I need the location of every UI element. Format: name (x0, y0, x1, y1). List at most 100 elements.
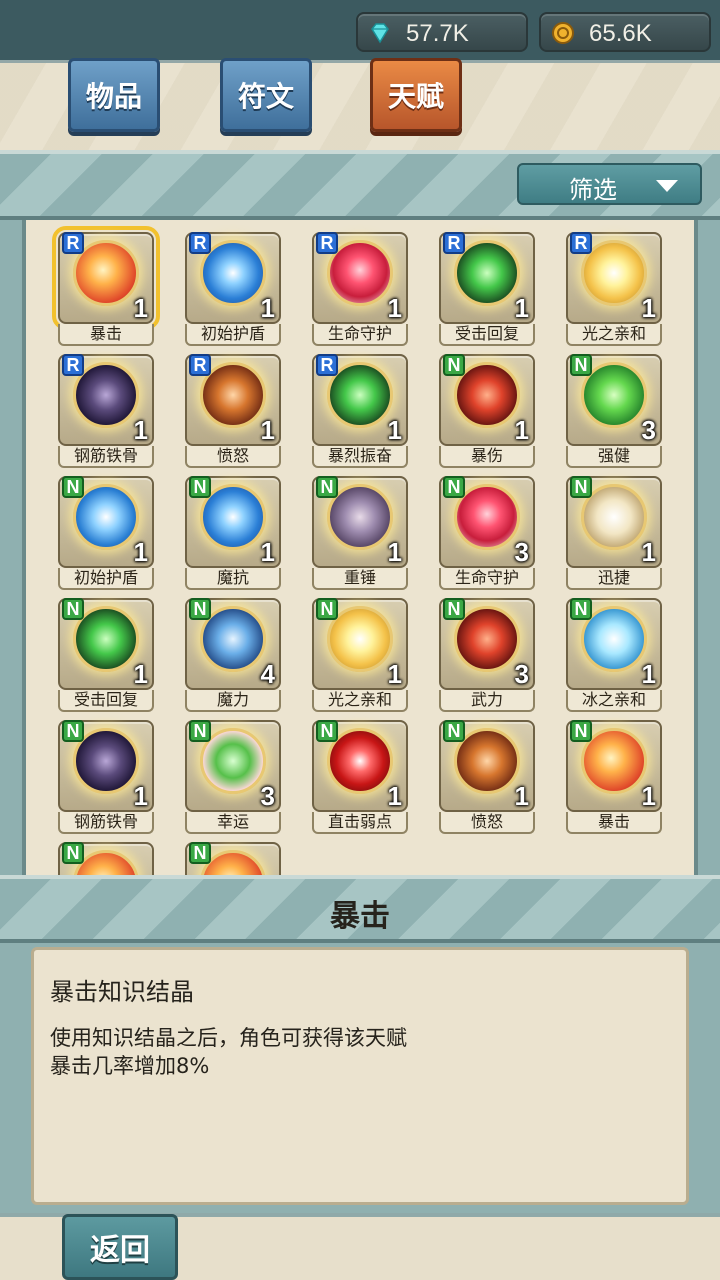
detail-panel: 暴击知识结晶 使用知识结晶之后，角色可获得该天赋 暴击几率增加8% (0, 943, 720, 1213)
talent-count: 1 (260, 537, 275, 567)
talent-card: R1 (566, 232, 662, 324)
talent-name: 光之亲和 (312, 690, 408, 712)
rarity-badge: N (443, 598, 465, 620)
talent-card: N1 (439, 354, 535, 446)
talent-count: 3 (641, 415, 656, 445)
talent-count: 1 (387, 659, 402, 689)
talent-name: 直击弱点 (312, 812, 408, 834)
talent-name: 暴击 (566, 812, 662, 834)
talent-item[interactable]: N 1 暴伤 (439, 348, 535, 468)
rarity-badge: N (316, 476, 338, 498)
rarity-badge: N (443, 354, 465, 376)
talent-count: 3 (514, 659, 529, 689)
talent-item[interactable]: N (58, 836, 154, 875)
rarity-badge: N (570, 354, 592, 376)
talent-count: 1 (514, 781, 529, 811)
talent-item[interactable]: N 1 光之亲和 (312, 592, 408, 712)
detail-line-2: 暴击几率增加8% (50, 1054, 210, 1078)
talent-item[interactable]: N 3 幸运 (185, 714, 281, 834)
tab-runes[interactable]: 符文 (220, 58, 312, 132)
talent-item[interactable]: N 1 迅捷 (566, 470, 662, 590)
diamond-icon (371, 23, 389, 44)
talent-count: 1 (641, 537, 656, 567)
talent-item[interactable]: N (185, 836, 281, 875)
talent-item[interactable]: R 1 受击回复 (439, 226, 535, 346)
talent-count: 1 (387, 415, 402, 445)
talent-name: 初始护盾 (58, 568, 154, 590)
rarity-badge: N (62, 598, 84, 620)
detail-line-1: 使用知识结晶之后，角色可获得该天赋 (50, 1026, 407, 1050)
talent-item[interactable]: N 1 直击弱点 (312, 714, 408, 834)
tab-talents[interactable]: 天赋 (370, 58, 462, 132)
talent-name: 暴伤 (439, 446, 535, 468)
talent-name: 暴烈振奋 (312, 446, 408, 468)
talent-item[interactable]: N 3 武力 (439, 592, 535, 712)
talent-item[interactable]: N 1 钢筋铁骨 (58, 714, 154, 834)
rarity-badge: N (570, 476, 592, 498)
talent-item[interactable]: R 1 暴烈振奋 (312, 348, 408, 468)
talent-card: R1 (312, 232, 408, 324)
talent-item[interactable]: R 1 暴击 (52, 226, 160, 346)
talent-count: 1 (387, 537, 402, 567)
talent-card: N3 (439, 598, 535, 690)
talent-count: 1 (514, 415, 529, 445)
talent-card: R1 (185, 232, 281, 324)
talent-item[interactable]: R 1 光之亲和 (566, 226, 662, 346)
talent-name: 钢筋铁骨 (58, 812, 154, 834)
talent-item[interactable]: R 1 初始护盾 (185, 226, 281, 346)
rarity-badge: N (62, 720, 84, 742)
talent-card: N3 (566, 354, 662, 446)
talent-card: N (58, 842, 154, 875)
talent-card: N1 (439, 720, 535, 812)
rarity-badge: R (189, 354, 211, 376)
gold-value: 65.6K (589, 20, 652, 47)
talent-card: N (185, 842, 281, 875)
talent-card: N4 (185, 598, 281, 690)
gem-counter[interactable]: 57.7K (356, 12, 528, 52)
rarity-badge: R (189, 232, 211, 254)
detail-title: 暴击 (330, 899, 390, 934)
talent-count: 1 (641, 659, 656, 689)
talent-item[interactable]: N 3 强健 (566, 348, 662, 468)
talent-card: N1 (566, 598, 662, 690)
talent-name: 受击回复 (439, 324, 535, 346)
talent-count: 1 (260, 293, 275, 323)
talent-name: 迅捷 (566, 568, 662, 590)
rarity-badge: N (443, 476, 465, 498)
back-button[interactable]: 返回 (62, 1214, 178, 1280)
talent-count: 1 (133, 293, 148, 323)
talent-item[interactable]: R 1 钢筋铁骨 (58, 348, 154, 468)
detail-box: 暴击知识结晶 使用知识结晶之后，角色可获得该天赋 暴击几率增加8% (31, 947, 689, 1205)
talent-item[interactable]: R 1 生命守护 (312, 226, 408, 346)
talent-item[interactable]: N 1 初始护盾 (58, 470, 154, 590)
rarity-badge: R (570, 232, 592, 254)
talent-card: R1 (58, 354, 154, 446)
talent-item[interactable]: N 4 魔力 (185, 592, 281, 712)
talent-item[interactable]: N 1 受击回复 (58, 592, 154, 712)
talent-item[interactable]: N 1 愤怒 (439, 714, 535, 834)
talent-name: 暴击 (58, 324, 154, 346)
talent-card: R1 (52, 226, 160, 330)
talent-count: 4 (260, 659, 275, 689)
talent-card: R1 (185, 354, 281, 446)
gem-value: 57.7K (406, 20, 469, 47)
gold-counter[interactable]: 65.6K (539, 12, 711, 52)
talent-item[interactable]: N 1 魔抗 (185, 470, 281, 590)
detail-title-bar: 暴击 (0, 875, 720, 943)
rarity-badge: N (189, 598, 211, 620)
rarity-badge: N (316, 598, 338, 620)
rarity-badge: N (62, 842, 84, 864)
talent-item[interactable]: R 1 愤怒 (185, 348, 281, 468)
talent-grid-frame: R 1 暴击 R 1 初始护盾 R 1 生命守护 R 1 受击回复 R 1 光之亲和 R 1 钢筋铁骨 R 1 愤怒 R 1… (0, 220, 720, 875)
talent-grid[interactable]: R 1 暴击 R 1 初始护盾 R 1 生命守护 R 1 受击回复 R 1 光之亲和 R 1 钢筋铁骨 R 1 愤怒 R 1… (22, 220, 698, 875)
talent-item[interactable]: N 1 重锤 (312, 470, 408, 590)
talent-item[interactable]: N 3 生命守护 (439, 470, 535, 590)
talent-name: 光之亲和 (566, 324, 662, 346)
filter-dropdown[interactable]: 筛选 (517, 163, 702, 205)
rarity-badge: N (570, 598, 592, 620)
talent-item[interactable]: N 1 暴击 (566, 714, 662, 834)
talent-card: N1 (58, 720, 154, 812)
talent-count: 1 (387, 293, 402, 323)
tab-items[interactable]: 物品 (68, 58, 160, 132)
talent-item[interactable]: N 1 冰之亲和 (566, 592, 662, 712)
